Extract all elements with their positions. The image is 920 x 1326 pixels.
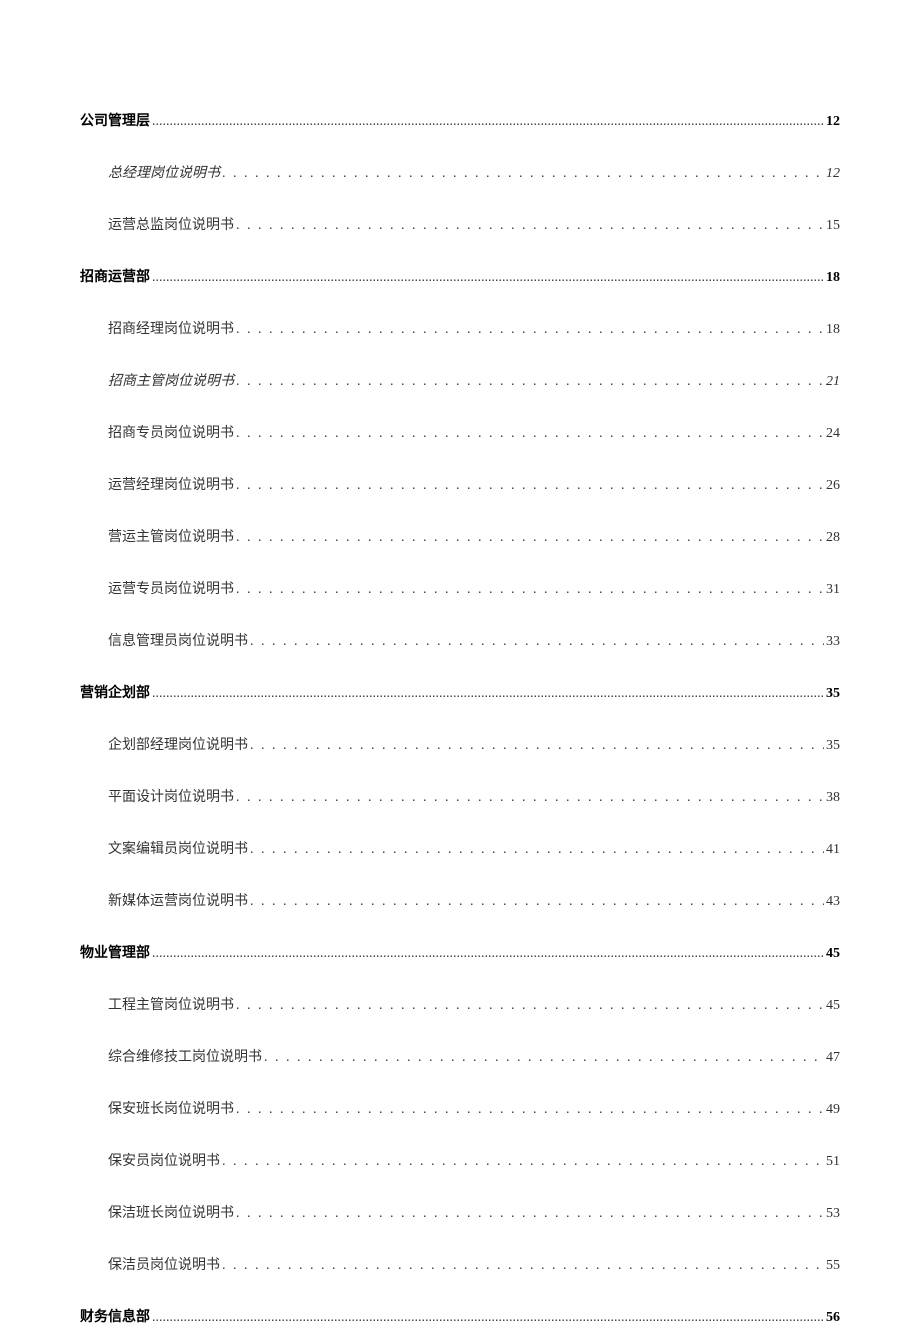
toc-leader-dots: . . . . . . . . . . . . . . . . . . . . … [236, 374, 824, 390]
toc-entry-page: 26 [826, 478, 840, 494]
toc-leader-dots: ........................................… [152, 114, 824, 130]
toc-section-row: 物业管理部...................................… [80, 942, 840, 962]
toc-leader-dots: . . . . . . . . . . . . . . . . . . . . … [236, 582, 824, 598]
toc-entry-label: 运营经理岗位说明书 [108, 474, 234, 494]
toc-item-row: 综合维修技工岗位说明书. . . . . . . . . . . . . . .… [80, 1046, 840, 1066]
toc-leader-dots: . . . . . . . . . . . . . . . . . . . . … [264, 1050, 824, 1066]
toc-entry-page: 45 [826, 998, 840, 1014]
toc-item-row: 运营经理岗位说明书. . . . . . . . . . . . . . . .… [80, 474, 840, 494]
toc-item-row: 平面设计岗位说明书. . . . . . . . . . . . . . . .… [80, 786, 840, 806]
toc-entry-label: 运营总监岗位说明书 [108, 214, 234, 234]
toc-leader-dots: . . . . . . . . . . . . . . . . . . . . … [250, 894, 824, 910]
toc-entry-label: 保安员岗位说明书 [108, 1150, 220, 1170]
toc-section-row: 招商运营部...................................… [80, 266, 840, 286]
toc-entry-page: 55 [826, 1258, 840, 1274]
toc-item-row: 信息管理员岗位说明书. . . . . . . . . . . . . . . … [80, 630, 840, 650]
toc-entry-page: 12 [826, 166, 840, 182]
toc-entry-label: 财务信息部 [80, 1306, 150, 1326]
toc-leader-dots: . . . . . . . . . . . . . . . . . . . . … [236, 790, 824, 806]
toc-leader-dots: . . . . . . . . . . . . . . . . . . . . … [236, 478, 824, 494]
toc-entry-page: 41 [826, 842, 840, 858]
toc-entry-page: 31 [826, 582, 840, 598]
toc-entry-label: 保洁班长岗位说明书 [108, 1202, 234, 1222]
toc-entry-page: 12 [826, 114, 840, 130]
toc-item-row: 营运主管岗位说明书. . . . . . . . . . . . . . . .… [80, 526, 840, 546]
toc-entry-label: 招商运营部 [80, 266, 150, 286]
toc-entry-page: 28 [826, 530, 840, 546]
toc-entry-page: 47 [826, 1050, 840, 1066]
toc-item-row: 运营专员岗位说明书. . . . . . . . . . . . . . . .… [80, 578, 840, 598]
toc-entry-label: 保安班长岗位说明书 [108, 1098, 234, 1118]
toc-entry-page: 49 [826, 1102, 840, 1118]
toc-entry-page: 38 [826, 790, 840, 806]
toc-leader-dots: ........................................… [152, 1310, 824, 1326]
toc-entry-page: 18 [826, 270, 840, 286]
toc-item-row: 保安班长岗位说明书. . . . . . . . . . . . . . . .… [80, 1098, 840, 1118]
toc-entry-page: 24 [826, 426, 840, 442]
toc-entry-page: 15 [826, 218, 840, 234]
toc-leader-dots: . . . . . . . . . . . . . . . . . . . . … [222, 1258, 824, 1274]
toc-leader-dots: . . . . . . . . . . . . . . . . . . . . … [236, 218, 824, 234]
toc-leader-dots: . . . . . . . . . . . . . . . . . . . . … [250, 842, 824, 858]
toc-leader-dots: . . . . . . . . . . . . . . . . . . . . … [236, 426, 824, 442]
toc-leader-dots: . . . . . . . . . . . . . . . . . . . . … [250, 738, 824, 754]
toc-entry-label: 营运主管岗位说明书 [108, 526, 234, 546]
toc-entry-page: 43 [826, 894, 840, 910]
toc-leader-dots: . . . . . . . . . . . . . . . . . . . . … [236, 998, 824, 1014]
toc-leader-dots: . . . . . . . . . . . . . . . . . . . . … [236, 1206, 824, 1222]
toc-leader-dots: . . . . . . . . . . . . . . . . . . . . … [236, 322, 824, 338]
toc-entry-label: 运营专员岗位说明书 [108, 578, 234, 598]
toc-item-row: 文案编辑员岗位说明书. . . . . . . . . . . . . . . … [80, 838, 840, 858]
toc-entry-label: 招商专员岗位说明书 [108, 422, 234, 442]
toc-entry-page: 33 [826, 634, 840, 650]
toc-entry-label: 新媒体运营岗位说明书 [108, 890, 248, 910]
toc-item-row: 招商专员岗位说明书. . . . . . . . . . . . . . . .… [80, 422, 840, 442]
toc-entry-label: 营销企划部 [80, 682, 150, 702]
toc-entry-label: 公司管理层 [80, 110, 150, 130]
toc-section-row: 公司管理层...................................… [80, 110, 840, 130]
toc-item-row: 总经理岗位说明书. . . . . . . . . . . . . . . . … [80, 162, 840, 182]
toc-entry-label: 招商经理岗位说明书 [108, 318, 234, 338]
toc-entry-label: 保洁员岗位说明书 [108, 1254, 220, 1274]
toc-entry-label: 文案编辑员岗位说明书 [108, 838, 248, 858]
toc-entry-label: 综合维修技工岗位说明书 [108, 1046, 262, 1066]
toc-leader-dots: ........................................… [152, 946, 824, 962]
toc-leader-dots: ........................................… [152, 686, 824, 702]
toc-entry-page: 18 [826, 322, 840, 338]
toc-leader-dots: ........................................… [152, 270, 824, 286]
toc-entry-label: 物业管理部 [80, 942, 150, 962]
toc-entry-label: 平面设计岗位说明书 [108, 786, 234, 806]
table-of-contents: 公司管理层...................................… [80, 110, 840, 1326]
toc-leader-dots: . . . . . . . . . . . . . . . . . . . . … [236, 1102, 824, 1118]
toc-item-row: 招商主管岗位说明书. . . . . . . . . . . . . . . .… [80, 370, 840, 390]
toc-entry-page: 35 [826, 686, 840, 702]
toc-entry-label: 总经理岗位说明书 [108, 162, 220, 182]
toc-item-row: 保洁班长岗位说明书. . . . . . . . . . . . . . . .… [80, 1202, 840, 1222]
toc-leader-dots: . . . . . . . . . . . . . . . . . . . . … [250, 634, 824, 650]
toc-entry-page: 56 [826, 1310, 840, 1326]
toc-item-row: 招商经理岗位说明书. . . . . . . . . . . . . . . .… [80, 318, 840, 338]
toc-entry-page: 35 [826, 738, 840, 754]
toc-entry-page: 21 [826, 374, 840, 390]
toc-section-row: 营销企划部...................................… [80, 682, 840, 702]
toc-leader-dots: . . . . . . . . . . . . . . . . . . . . … [222, 166, 824, 182]
toc-entry-page: 53 [826, 1206, 840, 1222]
toc-item-row: 新媒体运营岗位说明书. . . . . . . . . . . . . . . … [80, 890, 840, 910]
toc-leader-dots: . . . . . . . . . . . . . . . . . . . . … [222, 1154, 824, 1170]
toc-entry-page: 51 [826, 1154, 840, 1170]
toc-item-row: 工程主管岗位说明书. . . . . . . . . . . . . . . .… [80, 994, 840, 1014]
toc-entry-label: 工程主管岗位说明书 [108, 994, 234, 1014]
toc-entry-label: 招商主管岗位说明书 [108, 370, 234, 390]
toc-item-row: 保安员岗位说明书. . . . . . . . . . . . . . . . … [80, 1150, 840, 1170]
toc-section-row: 财务信息部...................................… [80, 1306, 840, 1326]
toc-item-row: 运营总监岗位说明书. . . . . . . . . . . . . . . .… [80, 214, 840, 234]
toc-item-row: 保洁员岗位说明书. . . . . . . . . . . . . . . . … [80, 1254, 840, 1274]
toc-entry-label: 信息管理员岗位说明书 [108, 630, 248, 650]
toc-entry-label: 企划部经理岗位说明书 [108, 734, 248, 754]
toc-item-row: 企划部经理岗位说明书. . . . . . . . . . . . . . . … [80, 734, 840, 754]
toc-leader-dots: . . . . . . . . . . . . . . . . . . . . … [236, 530, 824, 546]
toc-entry-page: 45 [826, 946, 840, 962]
